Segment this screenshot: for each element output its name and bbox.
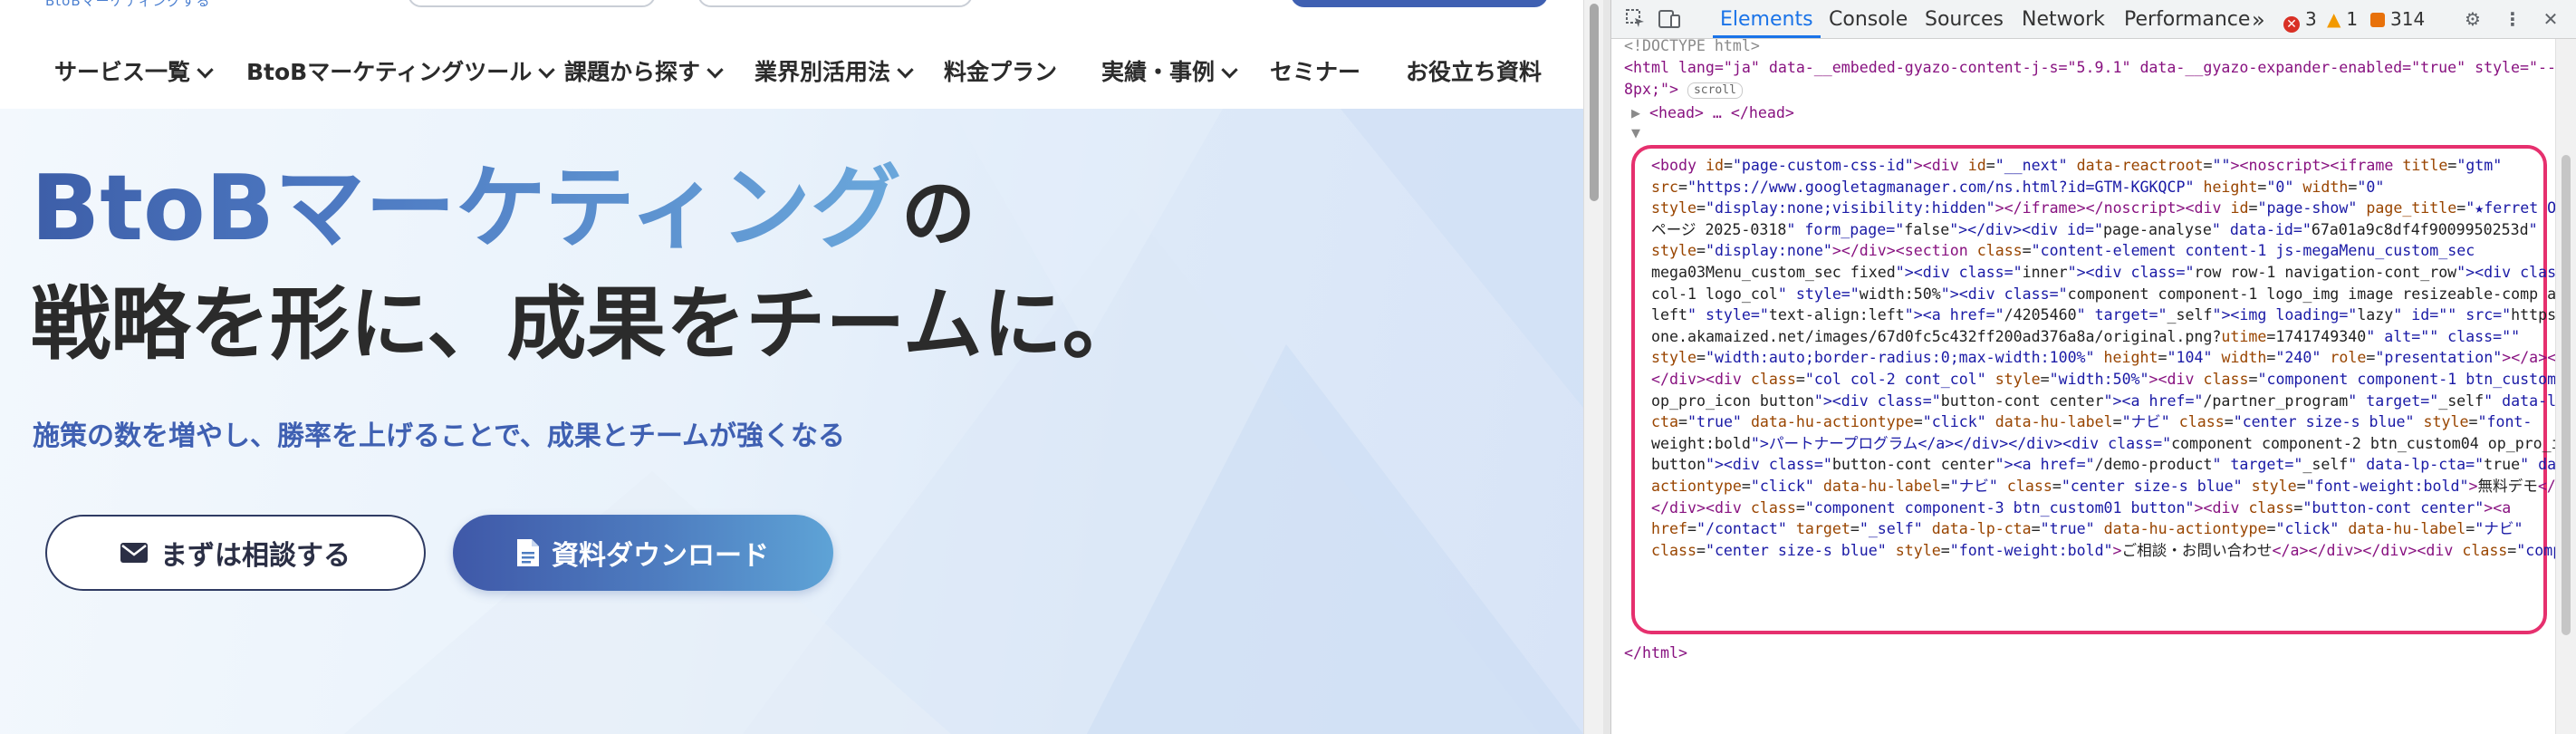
download-button[interactable]: 資料ダウンロード bbox=[453, 515, 833, 591]
hero-headline-line2: 戦略を形に、成果をチームに。 bbox=[31, 277, 1142, 371]
dom-head-line[interactable]: ▶ <head> … </head> bbox=[1631, 102, 1794, 124]
envelope-icon bbox=[120, 543, 148, 563]
dom-source-line[interactable]: actiontype="click" data-hu-label="ナビ" cl… bbox=[1651, 476, 2576, 497]
inspect-icon[interactable] bbox=[1626, 9, 1646, 29]
hero-section: BtoBマーケティングの 戦略を形に、成果をチームに。 施策の数を増やし、勝率を… bbox=[0, 109, 1583, 734]
nav-item-seminar[interactable]: セミナー bbox=[1270, 58, 1360, 87]
close-icon[interactable]: ✕ bbox=[2541, 9, 2561, 29]
nav-item-cases[interactable]: 実績・事例 bbox=[1101, 58, 1238, 87]
issues-count-badge[interactable]: 314 bbox=[2370, 9, 2425, 29]
dom-html-close[interactable]: </html> bbox=[1624, 642, 1687, 664]
tab-performance[interactable]: Performance bbox=[2124, 0, 2250, 38]
consult-button-label: まずは相談する bbox=[160, 540, 351, 572]
chevron-down-icon bbox=[1221, 61, 1238, 78]
devtools-scrollbar[interactable] bbox=[2555, 39, 2576, 734]
nav-item-pricing[interactable]: 料金プラン bbox=[944, 58, 1057, 87]
dom-doctype[interactable]: <!DOCTYPE html> bbox=[1624, 35, 1760, 57]
hero-headline-gradient: BtoBマーケティング bbox=[31, 155, 901, 261]
dom-source-line[interactable]: col-1 logo_col" style="width:50%"><div c… bbox=[1651, 284, 2576, 305]
chevron-down-icon bbox=[706, 61, 724, 78]
tab-network[interactable]: Network bbox=[2022, 0, 2105, 38]
dom-tree[interactable]: <!DOCTYPE html> <html lang="ja" data-__e… bbox=[1611, 37, 2576, 734]
chevron-down-icon bbox=[897, 61, 914, 78]
dom-source-line[interactable]: one.akamaized.net/images/67d0fc5c432ff20… bbox=[1651, 326, 2520, 348]
nav-item-issues[interactable]: 課題から探す bbox=[564, 58, 724, 87]
nav-item-services[interactable]: サービス一覧 bbox=[54, 58, 214, 87]
dom-source-line[interactable]: style="width:auto;border-radius:0;max-wi… bbox=[1651, 347, 2576, 369]
error-icon: ✕ bbox=[2283, 16, 2300, 33]
devtools-scrollbar-thumb[interactable] bbox=[2562, 155, 2571, 635]
tab-console[interactable]: Console bbox=[1829, 0, 1908, 38]
page-scrollbar-thumb[interactable] bbox=[1590, 4, 1599, 201]
dom-source-line[interactable]: button"><div class="button-cont center">… bbox=[1651, 454, 2576, 476]
dom-source-line[interactable]: </div><div class="component component-3 … bbox=[1651, 497, 2511, 519]
dom-source-line[interactable]: ページ 2025-0318" form_page="false"></div><… bbox=[1651, 219, 2538, 241]
hero-headline-tail: の bbox=[900, 171, 976, 257]
nav-item-marketing-tools[interactable]: BtoBマーケティングツール bbox=[246, 58, 555, 87]
warning-count-badge[interactable]: ▲ 1 bbox=[2327, 9, 2358, 29]
top-strip: BtoBマーケティングする bbox=[0, 0, 1583, 20]
dom-source-line[interactable]: href="/contact" target="_self" data-lp-c… bbox=[1651, 518, 2523, 540]
tab-elements[interactable]: Elements bbox=[1713, 0, 1821, 38]
panel-splitter[interactable] bbox=[1603, 0, 1611, 734]
logo-fragment[interactable]: BtoBマーケティングする bbox=[45, 0, 210, 10]
dom-source-line[interactable]: src="https://www.googletagmanager.com/ns… bbox=[1651, 177, 2384, 198]
warning-icon: ▲ bbox=[2327, 8, 2341, 30]
page-scrollbar[interactable] bbox=[1583, 0, 1604, 734]
scroll-badge[interactable]: scroll bbox=[1687, 82, 1743, 99]
dom-source-line[interactable]: left" style="text-align:left"><a href="/… bbox=[1651, 304, 2576, 326]
dom-html-open-line2[interactable]: 8px;"> scroll bbox=[1624, 79, 1743, 101]
tab-sources[interactable]: Sources bbox=[1925, 0, 2004, 38]
partner-program-button[interactable] bbox=[408, 0, 656, 7]
chevron-down-icon bbox=[197, 61, 214, 78]
hero-headline-line1: BtoBマーケティングの bbox=[31, 145, 976, 278]
download-button-label: 資料ダウンロード bbox=[552, 540, 769, 572]
elements-panel: <!DOCTYPE html> <html lang="ja" data-__e… bbox=[1611, 37, 2576, 734]
expand-arrow-icon[interactable]: ▶ bbox=[1631, 104, 1649, 121]
devtools-panel: Elements Console Sources Network Perform… bbox=[1611, 0, 2576, 734]
issues-icon bbox=[2370, 13, 2385, 27]
contact-button[interactable] bbox=[1291, 0, 1548, 7]
hero-subline: 施策の数を増やし、勝率を上げることで、成果とチームが強くなる bbox=[33, 420, 845, 452]
dom-source-line[interactable]: mega03Menu_custom_sec fixed"><div class=… bbox=[1651, 262, 2576, 284]
dom-source-line[interactable]: cta="true" data-hu-actiontype="click" da… bbox=[1651, 411, 2532, 433]
website-viewport: BtoBマーケティングする サービス一覧 BtoBマーケティングツール 課題から… bbox=[0, 0, 1583, 734]
more-tabs-icon[interactable]: » bbox=[2252, 0, 2265, 38]
body-expand-arrow-icon[interactable]: ▼ bbox=[1631, 122, 1640, 144]
dom-source-line[interactable]: class="center size-s blue" style="font-w… bbox=[1651, 540, 2576, 562]
chevron-down-icon bbox=[538, 61, 555, 78]
more-icon[interactable]: ⋮ bbox=[2503, 9, 2523, 29]
devtools-toolbar: Elements Console Sources Network Perform… bbox=[1611, 0, 2576, 39]
nav-item-industries[interactable]: 業界別活用法 bbox=[755, 58, 914, 87]
document-icon bbox=[517, 539, 539, 566]
settings-icon[interactable]: ⚙ bbox=[2463, 9, 2483, 29]
error-count-badge[interactable]: ✕ 3 bbox=[2283, 9, 2317, 33]
dom-source-line[interactable]: </div><div class="col col-2 cont_col" st… bbox=[1651, 369, 2574, 391]
free-demo-button[interactable] bbox=[697, 0, 973, 7]
dom-html-open-line1[interactable]: <html lang="ja" data-__embeded-gyazo-con… bbox=[1624, 57, 2576, 79]
global-nav: サービス一覧 BtoBマーケティングツール 課題から探す 業界別活用法 料金プラ… bbox=[0, 38, 1583, 107]
device-toolbar-icon[interactable] bbox=[1658, 9, 1680, 29]
dom-source-line[interactable]: style="display:none;visibility:hidden"><… bbox=[1651, 198, 2576, 219]
nav-item-resources[interactable]: お役立ち資料 bbox=[1406, 58, 1542, 87]
dom-source-line[interactable]: style="display:none"></div><section clas… bbox=[1651, 240, 2475, 262]
dom-source-line[interactable]: weight:bold">パートナープログラム</a></div></div><… bbox=[1651, 433, 2576, 455]
dom-source-line[interactable]: op_pro_icon button"><div class="button-c… bbox=[1651, 391, 2574, 412]
consult-button[interactable]: まずは相談する bbox=[45, 515, 426, 591]
dom-source-line[interactable]: <body id="page-custom-css-id"><div id="_… bbox=[1651, 155, 2502, 177]
